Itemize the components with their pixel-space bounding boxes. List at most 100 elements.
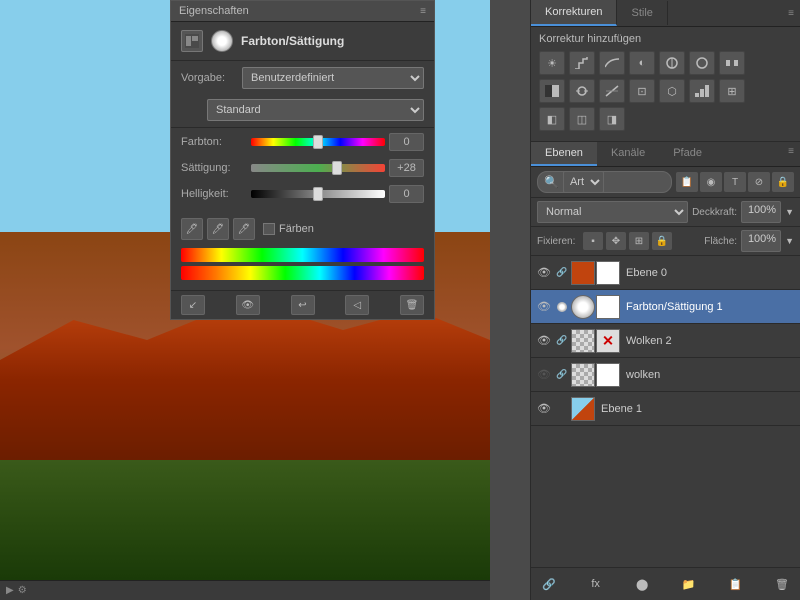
footer-btn-delete[interactable]: 🗑 — [400, 295, 424, 315]
layer-mask-wolken — [596, 363, 620, 387]
korrektur-icon-huesat[interactable] — [689, 51, 715, 75]
layer-item-wolken[interactable]: 👁 🔗 wolken — [531, 358, 800, 392]
deckkraft-arrow[interactable]: ▼ — [785, 207, 794, 217]
tab-korrekturen[interactable]: Korrekturen — [531, 0, 617, 26]
korrektur-icon-invert[interactable]: ⬡ — [659, 79, 685, 103]
footer-btn-reset[interactable]: ↩ — [291, 295, 315, 315]
footer-btn-eye[interactable]: 👁 — [236, 295, 260, 315]
slider-section: Farbton: 0 Sättigung: +28 Helligkeit: — [171, 127, 434, 214]
fixieren-icon-artboard[interactable]: ⊞ — [629, 232, 649, 250]
color-bar-rainbow — [181, 248, 424, 262]
layer-filter-icon-4[interactable]: ⊘ — [748, 172, 770, 192]
korrektur-icon-colorlookup[interactable]: ⊡ — [629, 79, 655, 103]
korrektur-icon-exposure[interactable]: ◐ — [629, 51, 655, 75]
fixieren-icon-pixel[interactable]: ▪ — [583, 232, 603, 250]
korrektur-title: Korrektur hinzufügen — [539, 33, 792, 45]
layer-name-wolken: wolken — [623, 369, 796, 381]
layer-mask-wolken2 — [596, 329, 620, 353]
layer-item-ebene0[interactable]: 👁 🔗 Ebene 0 — [531, 256, 800, 290]
panel-menu-btn[interactable]: ≡ — [782, 4, 800, 23]
korrektur-icon-curves[interactable] — [599, 51, 625, 75]
vorgabe-select[interactable]: Benutzerdefiniert — [242, 67, 424, 89]
farben-checkbox[interactable] — [263, 223, 275, 235]
korrektur-icon-levels[interactable] — [569, 51, 595, 75]
flache-arrow[interactable]: ▼ — [785, 236, 794, 246]
helligkeit-track[interactable] — [251, 190, 385, 198]
korrektur-icon-vibrance[interactable] — [659, 51, 685, 75]
tab-stile[interactable]: Stile — [617, 1, 667, 25]
korrektur-icon-bw[interactable] — [539, 79, 565, 103]
korrektur-icon-channelmix[interactable] — [599, 79, 625, 103]
farbton-row: Farbton: 0 — [181, 132, 424, 152]
layer-mask-ebene0 — [596, 261, 620, 285]
footer-btn-clip[interactable]: ↙ — [181, 295, 205, 315]
standard-select[interactable]: Standard — [207, 99, 424, 121]
bottom-bar: ▶ ⚙ — [0, 580, 490, 600]
sattigung-thumb[interactable] — [332, 161, 342, 175]
footer-btn-new-fill[interactable]: ⬤ — [630, 573, 654, 595]
flache-value[interactable]: 100% — [741, 230, 781, 252]
tab-kanale[interactable]: Kanäle — [597, 142, 659, 166]
footer-btn-prev[interactable]: ◁ — [345, 295, 369, 315]
korrektur-icon-threshold[interactable]: ⊞ — [719, 79, 745, 103]
tab-ebenen[interactable]: Ebenen — [531, 142, 597, 166]
fixieren-icon-lock[interactable]: 🔒 — [652, 232, 672, 250]
sattigung-value[interactable]: +28 — [389, 159, 424, 177]
layer-filter-icon-5[interactable]: 🔒 — [772, 172, 794, 192]
ebenen-panel-menu-btn[interactable]: ≡ — [782, 142, 800, 166]
footer-btn-fx[interactable]: fx — [584, 573, 608, 595]
farbton-track[interactable] — [251, 138, 385, 146]
layer-link-ebene1 — [556, 403, 568, 415]
korrektur-icon-gradient[interactable]: ◧ — [539, 107, 565, 131]
layer-filter-icon-2[interactable]: ◉ — [700, 172, 722, 192]
tab-pfade[interactable]: Pfade — [659, 142, 716, 166]
korrektur-icon-selective[interactable]: ◫ — [569, 107, 595, 131]
layer-item-huesat1[interactable]: 👁 Farbton/Sättigung 1 — [531, 290, 800, 324]
farbton-thumb[interactable] — [313, 135, 323, 149]
farben-checkbox-label[interactable]: Färben — [263, 223, 314, 235]
layer-filter-icon-1[interactable]: 📋 — [676, 172, 698, 192]
layer-item-wolken2[interactable]: 👁 🔗 Wolken 2 — [531, 324, 800, 358]
eyedropper-btn-3[interactable]: 🖊 — [233, 218, 255, 240]
korrektur-icon-shadows[interactable]: ◨ — [599, 107, 625, 131]
sattigung-track[interactable] — [251, 164, 385, 172]
layer-item-ebene1[interactable]: 👁 Ebene 1 — [531, 392, 800, 426]
layer-type-select[interactable]: Art — [563, 171, 604, 193]
layer-name-ebene1: Ebene 1 — [598, 403, 796, 415]
layer-filter-icon-3[interactable]: T — [724, 172, 746, 192]
layer-visibility-ebene1[interactable]: 👁 — [535, 400, 553, 418]
fixieren-label: Fixieren: — [537, 236, 579, 247]
helligkeit-value[interactable]: 0 — [389, 185, 424, 203]
farbton-value[interactable]: 0 — [389, 133, 424, 151]
eyedropper-tools: 🖊 🖊 🖊 — [181, 218, 255, 240]
panel-close-btn[interactable]: ≡ — [420, 6, 426, 17]
layer-visibility-wolken[interactable]: 👁 — [535, 366, 553, 384]
standard-row: Standard — [171, 95, 434, 127]
eyedropper-btn-1[interactable]: 🖊 — [181, 218, 203, 240]
korrektur-icon-posterize[interactable] — [689, 79, 715, 103]
color-bars — [171, 248, 434, 290]
footer-btn-group[interactable]: 📁 — [677, 573, 701, 595]
korrektur-icon-brightness[interactable]: ☀ — [539, 51, 565, 75]
korrektur-icons-row-2: ⊡ ⬡ ⊞ — [539, 79, 792, 103]
deckkraft-value[interactable]: 100% — [741, 201, 781, 223]
eyedropper-btn-2[interactable]: 🖊 — [207, 218, 229, 240]
bottom-icon-2: ⚙ — [18, 585, 27, 596]
helligkeit-thumb[interactable] — [313, 187, 323, 201]
fixieren-icons: ▪ ✥ ⊞ 🔒 — [583, 232, 700, 250]
layer-visibility-huesat1[interactable]: 👁 — [535, 298, 553, 316]
hue-sat-header: Farbton/Sättigung — [171, 22, 434, 61]
right-panel: Korrekturen Stile ≡ Korrektur hinzufügen… — [530, 0, 800, 600]
layer-visibility-wolken2[interactable]: 👁 — [535, 332, 553, 350]
footer-btn-delete-layer[interactable]: 🗑 — [770, 573, 794, 595]
properties-panel: Eigenschaften ≡ Farbton/Sättigung Vorgab… — [170, 0, 435, 320]
properties-header-title: Eigenschaften — [179, 5, 249, 17]
korrektur-icon-colorbalance[interactable] — [719, 51, 745, 75]
blend-mode-select[interactable]: Normal — [537, 201, 688, 223]
footer-btn-new-layer[interactable]: 📋 — [723, 573, 747, 595]
fixieren-icon-move[interactable]: ✥ — [606, 232, 626, 250]
korrektur-icon-photofilter[interactable] — [569, 79, 595, 103]
layer-thumb-ebene1 — [571, 397, 595, 421]
layer-visibility-ebene0[interactable]: 👁 — [535, 264, 553, 282]
footer-btn-link[interactable]: 🔗 — [537, 573, 561, 595]
